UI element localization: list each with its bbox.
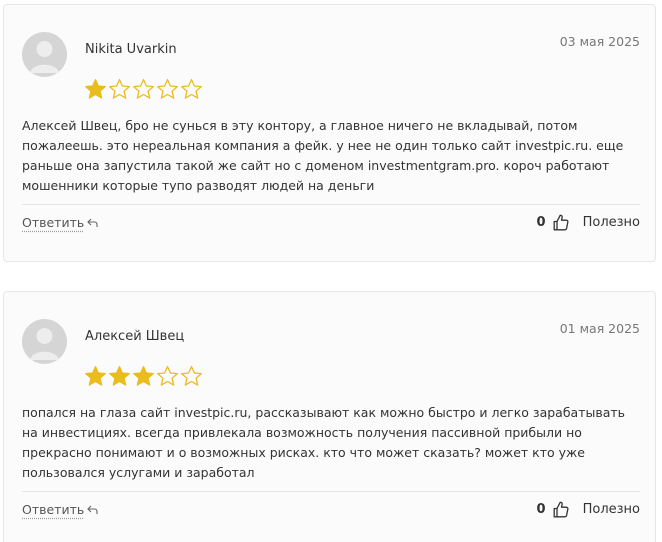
star-filled-icon bbox=[85, 366, 106, 386]
user-silhouette-icon bbox=[30, 328, 59, 360]
avatar bbox=[22, 32, 67, 77]
reply-button[interactable]: Ответить bbox=[22, 502, 98, 517]
star-empty-icon bbox=[133, 78, 154, 99]
divider bbox=[22, 491, 640, 492]
helpful-count: 0 bbox=[536, 215, 546, 230]
reply-button[interactable]: Ответить bbox=[22, 215, 98, 230]
divider bbox=[22, 204, 640, 205]
helpful-label[interactable]: Полезно bbox=[583, 502, 640, 517]
star-empty-icon bbox=[157, 365, 178, 386]
review-date: 01 мая 2025 bbox=[559, 321, 640, 336]
helpful-votes: 0 Полезно bbox=[537, 214, 640, 231]
review-date: 03 мая 2025 bbox=[559, 34, 640, 49]
star-rating bbox=[84, 78, 203, 102]
helpful-label[interactable]: Полезно bbox=[583, 215, 640, 230]
review-card: Алексей Швец 01 мая 2025 попался на глаз… bbox=[3, 291, 656, 542]
reply-arrow-icon bbox=[87, 505, 98, 514]
star-empty-icon bbox=[157, 78, 178, 99]
review-author: Алексей Швец bbox=[85, 329, 185, 344]
reply-label: Ответить bbox=[22, 502, 85, 517]
thumbs-up-icon[interactable] bbox=[553, 214, 569, 231]
thumbs-up-icon[interactable] bbox=[553, 501, 569, 518]
avatar bbox=[22, 319, 67, 364]
review-text: Алексей Швец, бро не суньcя в эту контор… bbox=[22, 118, 624, 193]
star-empty-icon bbox=[181, 78, 202, 99]
reply-label: Ответить bbox=[22, 215, 85, 230]
star-empty-icon bbox=[181, 365, 202, 386]
star-filled-icon bbox=[133, 366, 154, 386]
star-empty-icon bbox=[109, 78, 130, 99]
user-silhouette-icon bbox=[30, 41, 59, 73]
helpful-votes: 0 Полезно bbox=[537, 501, 640, 518]
helpful-count: 0 bbox=[536, 502, 546, 517]
star-filled-icon bbox=[85, 79, 106, 99]
review-card: Nikita Uvarkin 03 мая 2025 Алексей Швец,… bbox=[3, 4, 656, 262]
star-rating bbox=[84, 365, 203, 389]
star-filled-icon bbox=[109, 366, 130, 386]
review-text: попался на глаза сайт investpic.ru, расс… bbox=[22, 405, 626, 480]
reply-arrow-icon bbox=[87, 218, 98, 227]
review-author: Nikita Uvarkin bbox=[85, 42, 177, 57]
